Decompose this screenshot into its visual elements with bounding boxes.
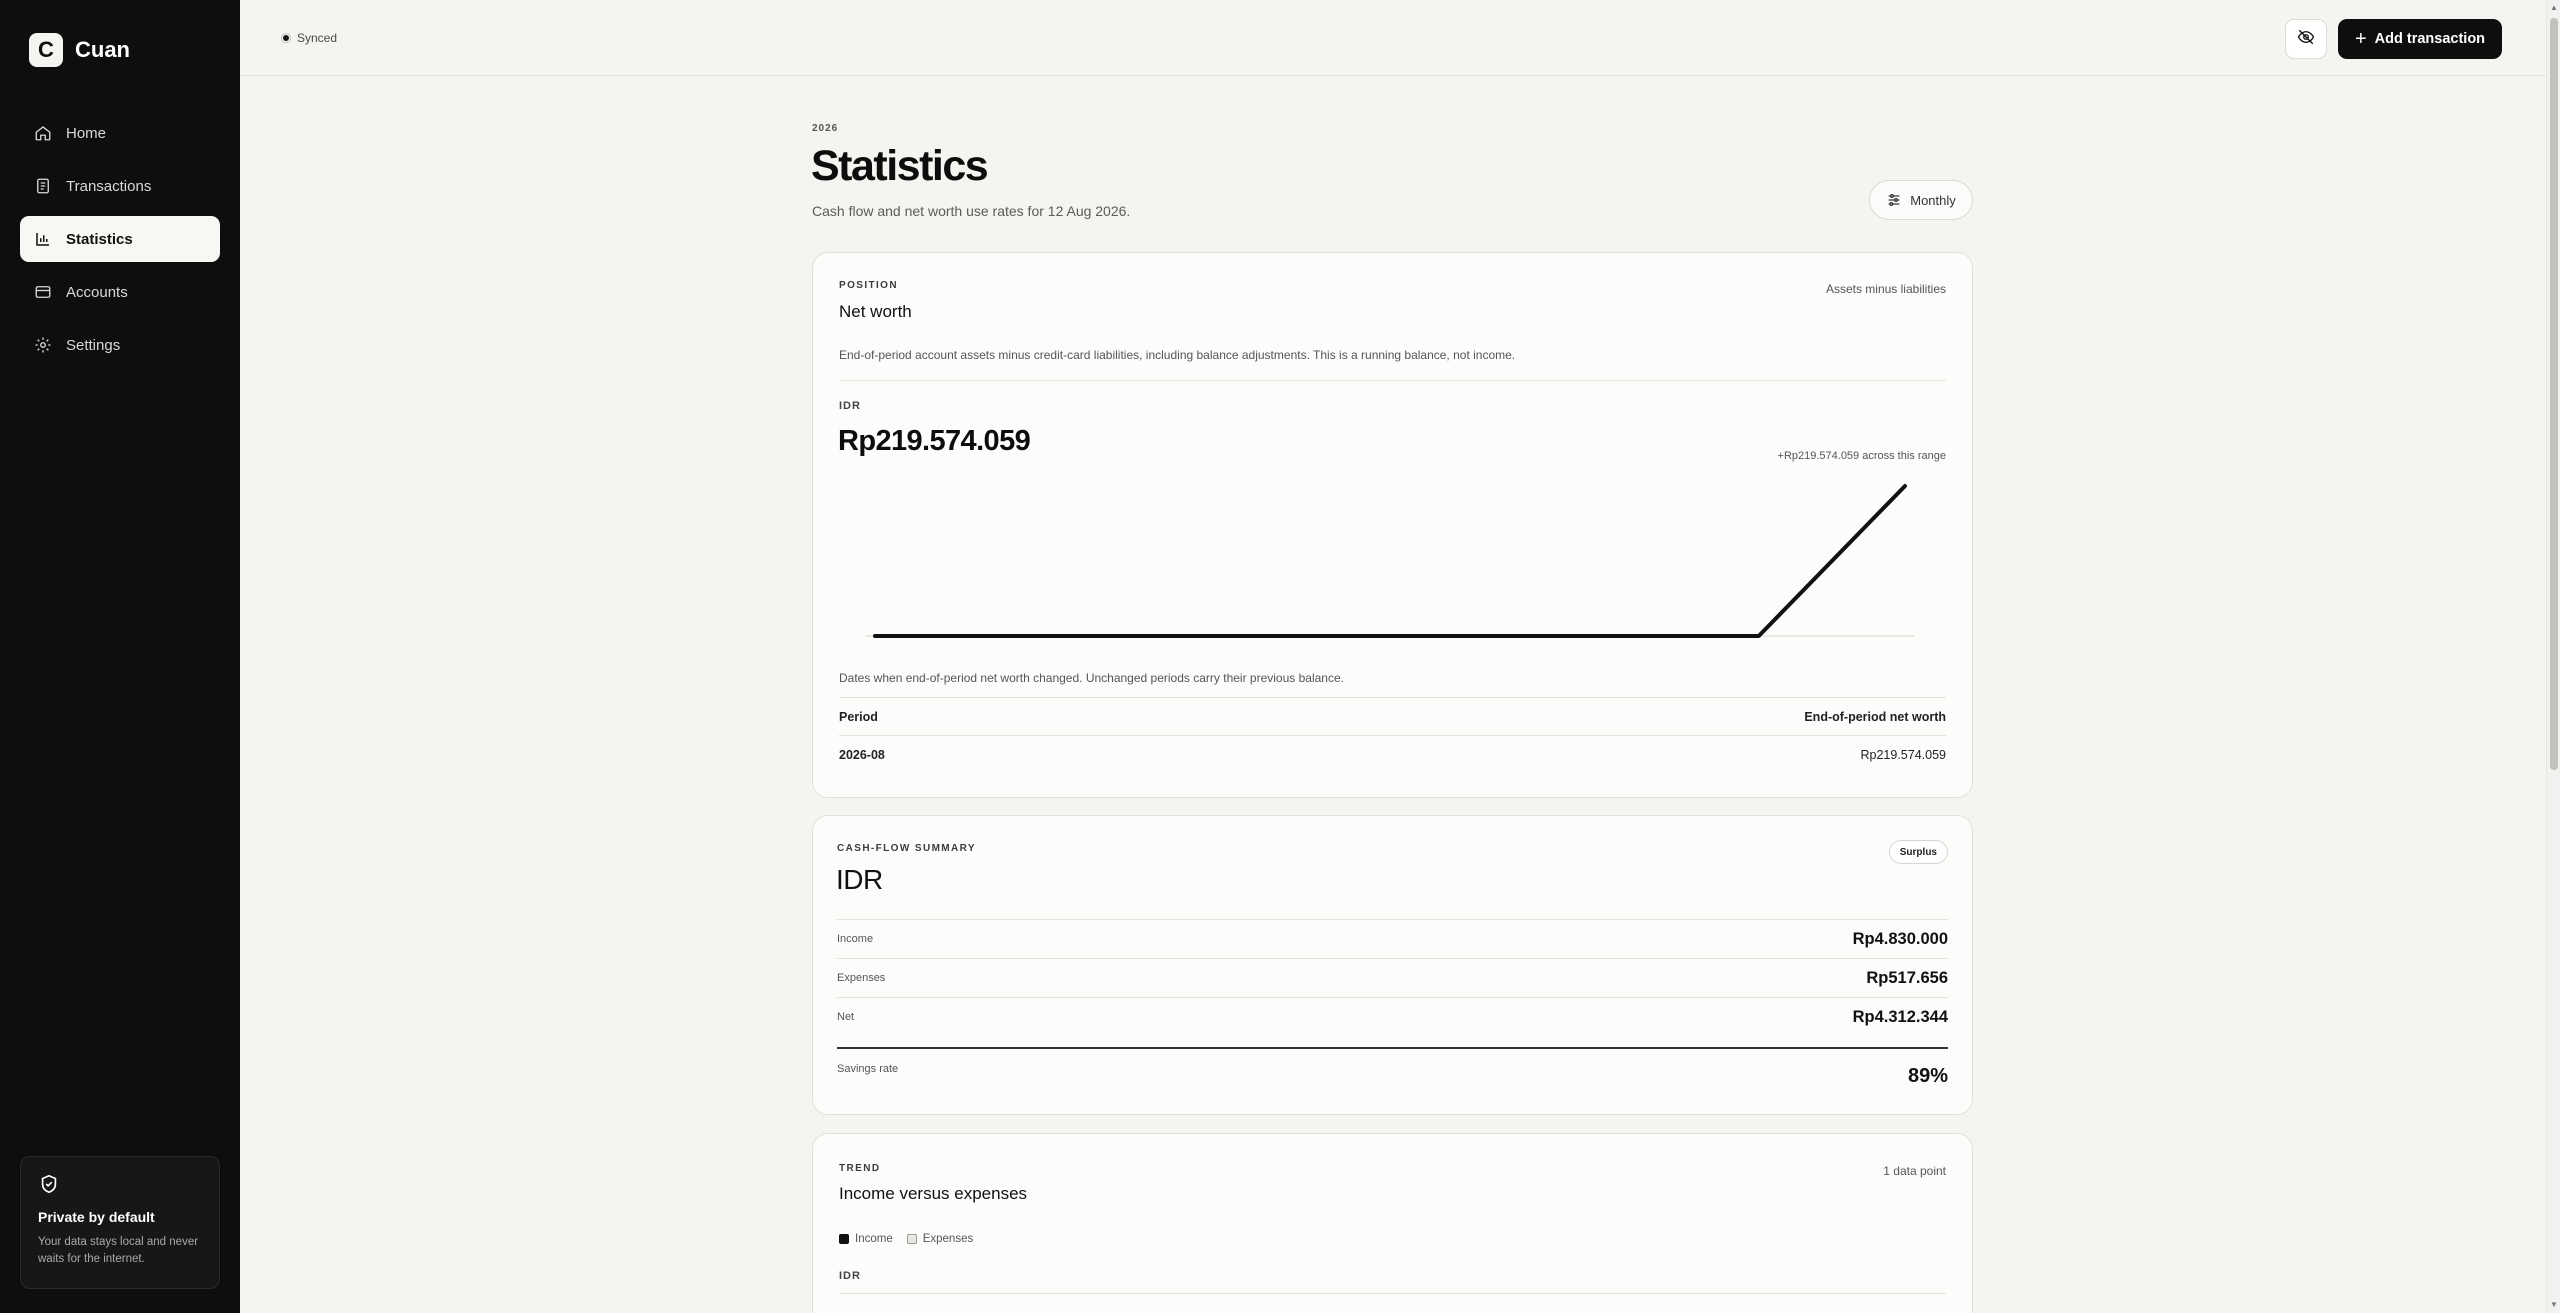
sync-dot-icon [281, 33, 291, 43]
net-worth-title: Net worth [839, 302, 912, 321]
sliders-icon [1886, 192, 1902, 208]
sidebar-item-settings[interactable]: Settings [20, 322, 220, 368]
legend-item-income: Income [839, 1233, 893, 1245]
sidebar-item-transactions[interactable]: Transactions [20, 163, 220, 209]
legend-swatch-expenses [906, 1234, 917, 1244]
sidebar: C Cuan Home Transactions Statistics Acco… [0, 0, 240, 1313]
cash-flow-eyebrow: CASH-FLOW SUMMARY [837, 843, 976, 854]
brand[interactable]: C Cuan [29, 33, 130, 67]
legend-label: Income [855, 1233, 893, 1245]
bar-chart-icon [34, 230, 52, 248]
row-value: Rp219.574.059 [1860, 747, 1947, 762]
row-value: Rp4.312.344 [1852, 1007, 1948, 1026]
sidebar-item-label: Home [66, 124, 107, 142]
gear-icon [34, 336, 52, 354]
net-worth-value: Rp219.574.059 [838, 425, 1031, 457]
scroll-down-icon[interactable]: ▼ [2549, 1300, 2559, 1310]
net-worth-series-line [873, 484, 1907, 638]
savings-rate: Savings rate 89% [837, 1047, 1948, 1099]
sidebar-item-statistics[interactable]: Statistics [20, 216, 220, 262]
legend-label: Expenses [922, 1233, 974, 1245]
receipt-icon [34, 177, 52, 195]
row-label: Income [837, 933, 874, 945]
sidebar-item-label: Statistics [66, 230, 133, 248]
sidebar-item-accounts[interactable]: Accounts [20, 269, 220, 315]
hide-values-button[interactable] [2285, 19, 2327, 59]
legend-item-expenses: Expenses [906, 1233, 974, 1245]
cash-flow-card: CASH-FLOW SUMMARY IDR Surplus Income Rp4… [812, 815, 1973, 1115]
savings-rate-label: Savings rate [837, 1063, 899, 1075]
net-worth-delta: +Rp219.574.059 across this range [1777, 450, 1946, 462]
status-badge: Surplus [1888, 840, 1948, 864]
row-period: 2026-08 [839, 747, 885, 762]
legend-swatch-income [839, 1234, 849, 1244]
trend-eyebrow: TREND [839, 1163, 881, 1174]
row-value: Rp4.830.000 [1852, 929, 1948, 948]
sidebar-item-label: Accounts [66, 283, 128, 301]
sidebar-nav: Home Transactions Statistics Accounts Se… [20, 110, 220, 375]
cash-flow-row-net: Net Rp4.312.344 [837, 997, 1948, 1036]
net-worth-tag: Assets minus liabilities [1825, 282, 1946, 296]
trend-legend: Income Expenses [839, 1233, 987, 1245]
page-year: 2026 [812, 123, 839, 134]
divider [839, 1293, 1946, 1294]
period-selector-button[interactable]: Monthly [1869, 180, 1973, 220]
column-header-net-worth: End-of-period net worth [1804, 709, 1946, 724]
sidebar-item-home[interactable]: Home [20, 110, 220, 156]
sidebar-item-label: Transactions [66, 177, 152, 195]
net-worth-chart-note: Dates when end-of-period net worth chang… [839, 671, 1344, 685]
privacy-title: Private by default [38, 1209, 155, 1225]
net-worth-currency: IDR [839, 400, 861, 412]
savings-rate-value: 89% [1907, 1065, 1948, 1087]
table-header: Period End-of-period net worth [839, 697, 1946, 735]
page-subtitle: Cash flow and net worth use rates for 12… [812, 203, 1131, 219]
row-label: Net [837, 1011, 855, 1023]
trend-currency: IDR [839, 1270, 861, 1282]
net-worth-chart [865, 484, 1915, 638]
topbar: Synced + Add transaction [240, 0, 2546, 76]
add-transaction-label: Add transaction [2374, 31, 2486, 47]
net-worth-card: POSITION Net worth Assets minus liabilit… [812, 252, 1973, 798]
brand-name: Cuan [75, 37, 130, 62]
brand-logo: C [29, 33, 63, 67]
scrollbar[interactable]: ▲ ▼ [2546, 0, 2560, 1313]
plus-icon: + [2354, 28, 2367, 50]
column-header-period: Period [839, 709, 878, 724]
add-transaction-button[interactable]: + Add transaction [2338, 19, 2502, 59]
privacy-text: Your data stays local and never waits fo… [38, 1236, 199, 1265]
eye-off-icon [2297, 28, 2315, 51]
period-selector-label: Monthly [1910, 192, 1956, 208]
trend-title: Income versus expenses [839, 1184, 1028, 1203]
sync-status: Synced [281, 31, 337, 45]
sync-status-label: Synced [297, 31, 338, 45]
net-worth-description: End-of-period account assets minus credi… [839, 348, 1516, 362]
table-row: 2026-08 Rp219.574.059 [839, 735, 1946, 773]
trend-tag: 1 data point [1883, 1164, 1946, 1178]
row-value: Rp517.656 [1866, 968, 1948, 987]
home-icon [34, 124, 52, 142]
cash-flow-rows: Income Rp4.830.000 Expenses Rp517.656 Ne… [837, 919, 1948, 1036]
sidebar-item-label: Settings [66, 336, 121, 354]
privacy-card: Private by default Your data stays local… [20, 1156, 220, 1289]
net-worth-table: Period End-of-period net worth 2026-08 R… [839, 697, 1946, 773]
cash-flow-row-expenses: Expenses Rp517.656 [837, 958, 1948, 997]
trend-card: TREND Income versus expenses 1 data poin… [812, 1133, 1973, 1313]
net-worth-eyebrow: POSITION [839, 280, 898, 291]
divider [839, 380, 1946, 381]
wallet-icon [34, 283, 52, 301]
scroll-up-icon[interactable]: ▲ [2549, 3, 2559, 13]
shield-check-icon [38, 1173, 60, 1195]
cash-flow-row-income: Income Rp4.830.000 [837, 919, 1948, 958]
scroll-thumb[interactable] [2550, 18, 2558, 770]
cash-flow-currency: IDR [836, 864, 883, 895]
row-label: Expenses [837, 972, 886, 984]
page-title: Statistics [811, 142, 989, 190]
